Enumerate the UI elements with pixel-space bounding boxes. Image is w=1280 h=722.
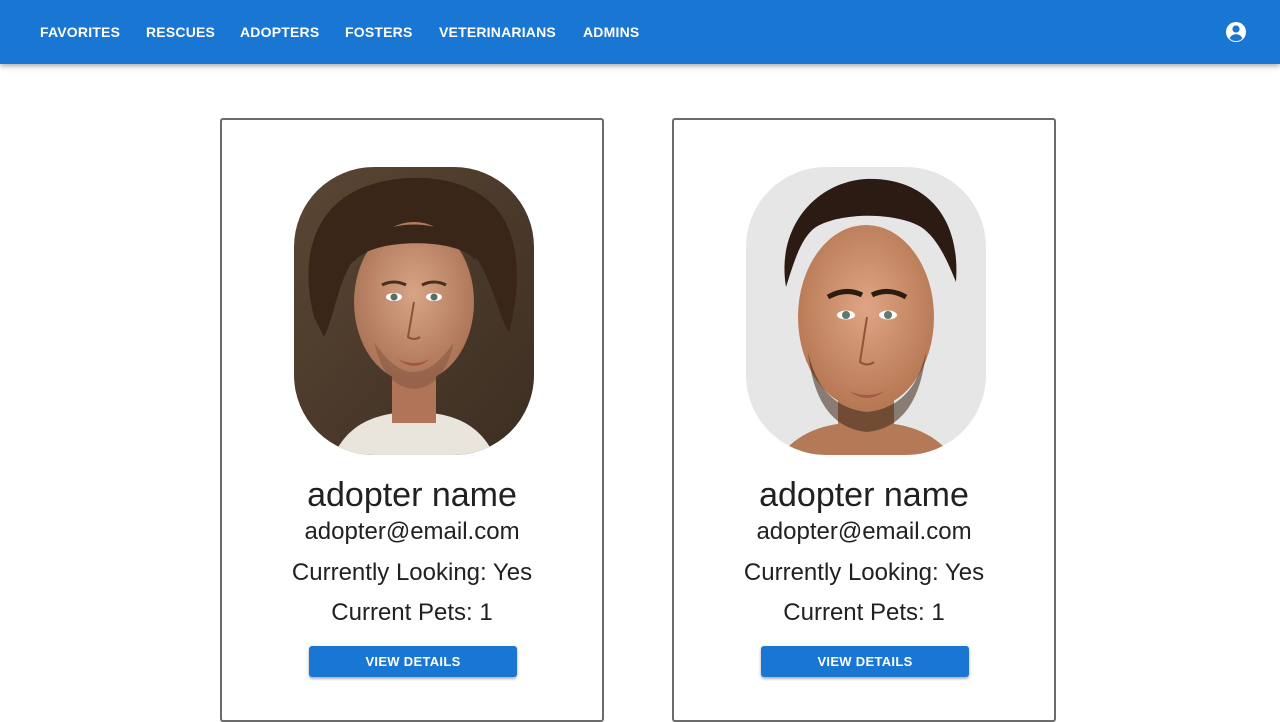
adopter-name: adopter name (307, 476, 517, 514)
adopter-card: adopter name adopter@email.com Currently… (220, 118, 604, 722)
currently-looking: Currently Looking: Yes (743, 559, 985, 586)
current-pets: Current Pets: 1 (783, 599, 945, 626)
account-circle-icon (1226, 22, 1246, 42)
nav-veterinarians[interactable]: VETERINARIANS (439, 0, 556, 64)
current-pets: Current Pets: 1 (331, 599, 493, 626)
adopter-email: adopter@email.com (756, 518, 972, 545)
currently-looking: Currently Looking: Yes (291, 559, 533, 586)
adopter-email: adopter@email.com (304, 518, 520, 545)
view-details-button[interactable]: VIEW DETAILS (761, 646, 969, 677)
nav-fosters[interactable]: FOSTERS (345, 0, 413, 64)
nav-rescues[interactable]: RESCUES (146, 0, 215, 64)
nav-adopters[interactable]: ADOPTERS (240, 0, 319, 64)
nav-favorites[interactable]: FAVORITES (40, 0, 120, 64)
view-details-button[interactable]: VIEW DETAILS (309, 646, 517, 677)
adopter-name: adopter name (759, 476, 969, 514)
nav-admins[interactable]: ADMINS (583, 0, 639, 64)
adopter-photo (294, 167, 534, 455)
adopter-photo (746, 167, 986, 455)
app-bar: FAVORITES RESCUES ADOPTERS FOSTERS VETER… (0, 0, 1280, 64)
adopter-card: adopter name adopter@email.com Currently… (672, 118, 1056, 722)
account-button[interactable] (1222, 18, 1250, 46)
